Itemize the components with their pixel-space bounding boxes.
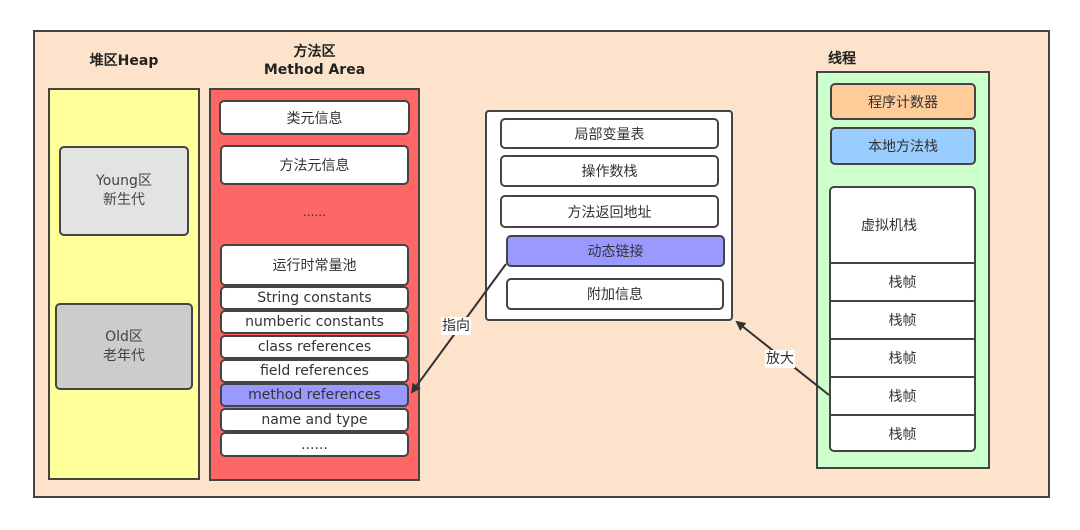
zoom-in-label: 放大 (765, 350, 795, 368)
constant-pool-item: name and type (220, 408, 409, 432)
native-method-stack-box: 本地方法栈 (830, 127, 976, 165)
stack-frame: 栈帧 (831, 300, 974, 338)
constant-pool-item: numberic constants (220, 310, 409, 334)
old-sublabel: 老年代 (103, 347, 145, 364)
points-to-label: 指向 (441, 317, 471, 335)
young-label: Young区 (96, 173, 152, 189)
class-info-box: 类元信息 (219, 100, 410, 135)
method-area-title: 方法区 Method Area (209, 43, 420, 79)
stack-frame: 栈帧 (831, 262, 974, 300)
thread-title: 线程 (828, 51, 856, 67)
constant-pool-item: String constants (220, 286, 409, 310)
vm-stack-title: 虚拟机栈 (861, 218, 917, 234)
dynamic-linking-item: 动态链接 (506, 235, 725, 267)
stack-frame-item: 局部变量表 (500, 118, 719, 149)
stack-frame-item: 附加信息 (506, 278, 724, 310)
constant-pool-item: class references (220, 335, 409, 359)
method-info-box: 方法元信息 (220, 145, 409, 185)
vm-stack: 虚拟机栈 栈帧 栈帧 栈帧 栈帧 栈帧 (829, 186, 976, 452)
runtime-constant-pool-title: 运行时常量池 (220, 244, 409, 286)
stack-frame: 栈帧 (831, 338, 974, 376)
heap-title: 堆区Heap (89, 53, 159, 69)
method-area-title-cn: 方法区 (293, 44, 336, 60)
method-area-title-en: Method Area (263, 62, 366, 78)
old-generation-box: Old区老年代 (55, 303, 193, 390)
stack-frame-item: 操作数栈 (500, 155, 719, 187)
constant-pool-item: ...... (220, 432, 409, 457)
method-area-ellipsis: ...... (303, 205, 326, 219)
stack-frame: 栈帧 (831, 376, 974, 414)
young-sublabel: 新生代 (102, 192, 145, 208)
constant-pool-item: field references (220, 359, 409, 383)
stack-frame-item: 方法返回地址 (500, 195, 719, 228)
old-label: Old区 (105, 328, 143, 345)
young-generation-box: Young区 新生代 (59, 146, 189, 236)
pc-register-box: 程序计数器 (830, 83, 976, 120)
stack-frame: 栈帧 (831, 414, 974, 450)
method-references-item: method references (220, 383, 409, 407)
